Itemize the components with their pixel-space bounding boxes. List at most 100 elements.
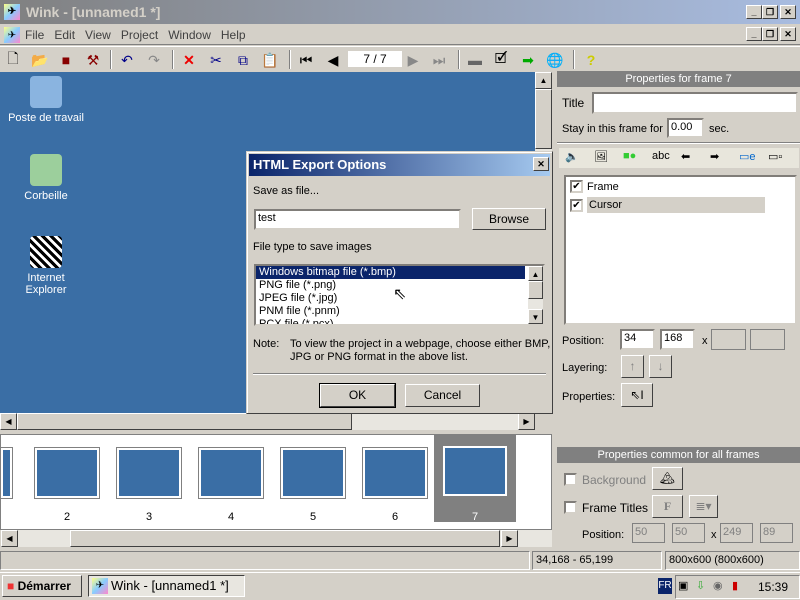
delete-icon[interactable]: ✕ <box>178 50 200 70</box>
document-check-icon[interactable]: 🗹 <box>490 50 512 70</box>
object-item-cursor[interactable]: ✔ Cursor <box>570 197 765 213</box>
last-frame-icon[interactable]: ⏭ <box>428 50 450 70</box>
add-image-icon[interactable]: 🖼 <box>594 150 608 163</box>
prev-frame-icon[interactable]: ◀ <box>322 50 344 70</box>
screen-icon[interactable]: ▬ <box>464 50 486 70</box>
menu-edit[interactable]: Edit <box>49 24 80 46</box>
filetype-label: File type to save images <box>253 241 372 253</box>
frame-thumbnail[interactable] <box>198 447 264 499</box>
common-position-label: Position: <box>582 529 625 541</box>
title-width: 249 <box>720 523 753 543</box>
background-label: Background <box>582 473 647 487</box>
layering-label: Layering: <box>562 362 608 374</box>
redo-icon[interactable]: ↷ <box>143 50 165 70</box>
filename-input[interactable]: test <box>254 209 461 230</box>
doc-restore-button[interactable]: ❐ <box>762 27 778 41</box>
frame-title-input[interactable] <box>592 92 798 114</box>
status-message <box>0 551 530 570</box>
save-icon[interactable]: ■ <box>55 50 77 70</box>
menu-help[interactable]: Help <box>216 24 251 46</box>
doc-close-button[interactable]: ✕ <box>780 27 796 41</box>
add-shape-icon[interactable]: ■● <box>623 150 636 162</box>
font-button[interactable]: F <box>652 495 683 518</box>
properties-label: Properties: <box>562 391 616 403</box>
paste-icon[interactable]: 📋 <box>259 50 281 70</box>
close-button[interactable]: ✕ <box>780 5 796 19</box>
frame-thumbnail[interactable] <box>34 447 100 499</box>
cancel-button[interactable]: Cancel <box>405 384 480 407</box>
cursor-properties-button[interactable]: ⇖I <box>621 383 653 407</box>
frames-horizontal-scrollbar[interactable]: ◀ ▶ <box>1 530 552 547</box>
cut-icon[interactable]: ✂ <box>205 50 227 70</box>
layer-down-button[interactable]: ↓ <box>649 355 672 378</box>
add-sound-icon[interactable]: 🔈 <box>565 150 579 163</box>
frame-thumbnail[interactable] <box>1 447 13 499</box>
background-image-button[interactable]: 🏔 <box>652 467 683 490</box>
frame-label: 7 <box>471 511 479 523</box>
object-item-frame[interactable]: ✔ Frame <box>570 180 619 193</box>
add-textbox-icon[interactable]: abc <box>652 150 670 162</box>
language-indicator[interactable]: FR <box>658 578 672 594</box>
properties-panel: Properties for frame 7 Title Stay in thi… <box>557 71 800 551</box>
ok-button[interactable]: OK <box>319 383 396 408</box>
frame-thumbnail[interactable] <box>116 447 182 499</box>
position-y-input[interactable]: 168 <box>660 329 695 350</box>
new-icon[interactable]: 🗋 <box>2 50 24 70</box>
menu-project[interactable]: Project <box>116 24 163 46</box>
menu-view[interactable]: View <box>80 24 116 46</box>
start-button[interactable]: ■ Démarrer <box>2 575 82 597</box>
add-next-button-icon[interactable]: ➡ <box>710 150 719 163</box>
alignment-dropdown[interactable]: ≣▾ <box>689 495 718 518</box>
frame-titles-checkbox[interactable] <box>564 501 577 514</box>
title-pos-y: 50 <box>672 523 705 543</box>
menu-window[interactable]: Window <box>163 24 216 46</box>
clock[interactable]: 15:39 <box>758 580 788 594</box>
frame-thumbnail[interactable] <box>362 447 428 499</box>
frame-thumbnail[interactable] <box>280 447 346 499</box>
maximize-button[interactable]: ❐ <box>762 5 778 19</box>
filetype-option[interactable]: Windows bitmap file (*.bmp) <box>256 266 525 279</box>
frame-counter[interactable]: 7 / 7 <box>348 51 402 67</box>
build-icon[interactable]: ⚒ <box>82 50 104 70</box>
undo-icon[interactable]: ↶ <box>116 50 138 70</box>
document-icon[interactable]: ✈ <box>4 27 20 43</box>
layer-up-button[interactable]: ↑ <box>621 355 644 378</box>
network-tray-icon[interactable]: ⇩ <box>696 579 705 592</box>
battery-tray-icon[interactable]: ▮ <box>732 579 738 592</box>
add-link-icon[interactable]: ▭e <box>739 150 756 163</box>
arrow-right-icon[interactable]: ➡ <box>517 50 539 70</box>
open-icon[interactable]: 📂 <box>29 50 51 70</box>
next-frame-icon[interactable]: ▶ <box>402 50 424 70</box>
doc-minimize-button[interactable]: _ <box>746 27 762 41</box>
browse-button[interactable]: Browse <box>472 208 546 230</box>
menu-bar: ✈ File Edit View Project Window Help _ ❐ ✕ <box>0 24 800 45</box>
frame-label: 5 <box>309 511 317 523</box>
volume-tray-icon[interactable]: ◉ <box>713 579 723 592</box>
width-input <box>711 329 746 350</box>
add-jump-icon[interactable]: ▭▫ <box>768 150 782 163</box>
add-prev-button-icon[interactable]: ⬅ <box>681 150 690 163</box>
height-input <box>750 329 785 350</box>
title-height: 89 <box>760 523 793 543</box>
checkbox[interactable]: ✔ <box>570 180 583 193</box>
minimize-button[interactable]: _ <box>746 5 762 19</box>
first-frame-icon[interactable]: ⏮ <box>295 50 317 70</box>
objects-list[interactable]: ✔ Frame ✔ Cursor <box>564 175 797 325</box>
filetype-option[interactable]: PNM file (*.pnm) <box>256 305 543 318</box>
position-x-input[interactable]: 34 <box>620 329 655 350</box>
background-checkbox[interactable] <box>564 473 577 486</box>
dialog-close-button[interactable]: ✕ <box>533 157 549 171</box>
wink-tray-icon[interactable]: ▣ <box>678 579 688 592</box>
copy-icon[interactable]: ⧉ <box>232 50 254 70</box>
listbox-scrollbar[interactable]: ▲ ▼ <box>528 266 543 324</box>
menu-file[interactable]: File <box>20 24 49 46</box>
checkbox[interactable]: ✔ <box>570 198 583 212</box>
globe-icon[interactable]: 🌐 <box>544 50 566 70</box>
position-label: Position: <box>562 335 605 347</box>
taskbar-wink-button[interactable]: ✈ Wink - [unnamed1 *] <box>88 575 245 597</box>
filetype-option[interactable]: PCX file (*.pcx) <box>256 318 543 324</box>
canvas-horizontal-scrollbar[interactable]: ◀ ▶ <box>0 413 535 430</box>
help-icon[interactable]: ? <box>580 50 602 70</box>
frame-selected[interactable]: 7 <box>434 435 516 523</box>
stay-duration-input[interactable]: 0.00 <box>667 118 704 138</box>
